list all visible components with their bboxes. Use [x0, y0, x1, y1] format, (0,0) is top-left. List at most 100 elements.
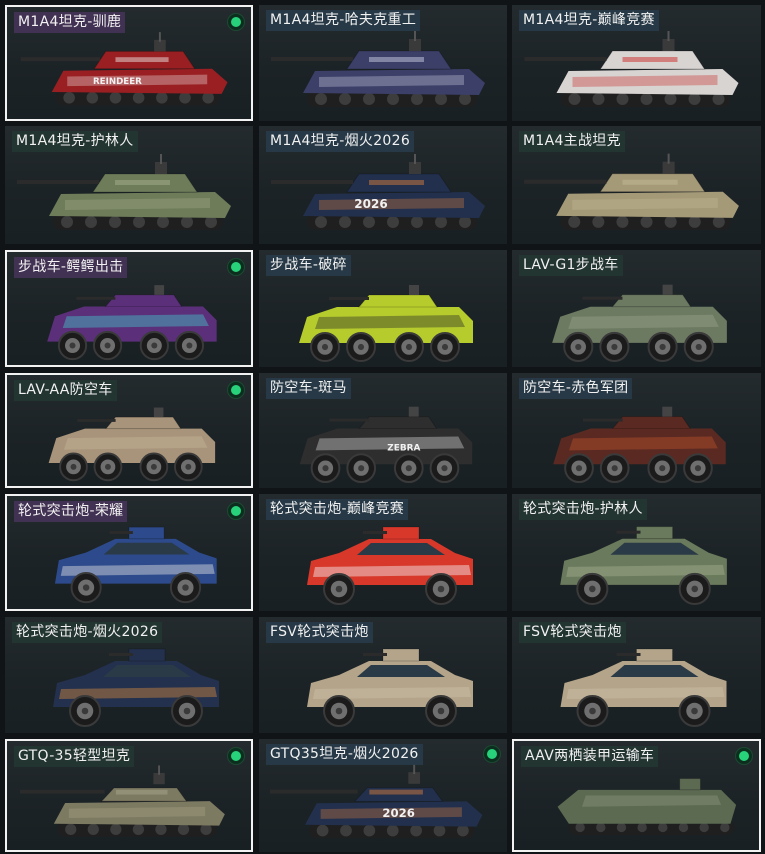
vehicle-card[interactable]: REINDEER M1A4坦克-驯鹿	[5, 5, 253, 121]
vehicle-card[interactable]: 2026 GTQ35坦克-烟火2026	[259, 739, 507, 852]
vehicle-name-label: M1A4主战坦克	[519, 131, 625, 152]
vehicle-tank	[524, 31, 739, 107]
road-wheel	[640, 93, 653, 105]
road-wheel	[568, 93, 581, 105]
road-wheel	[109, 216, 121, 228]
road-wheel	[616, 215, 629, 228]
turret-stripe	[115, 789, 168, 795]
road-wheel	[157, 216, 169, 228]
hull-stripe	[572, 197, 718, 210]
vehicle-name-label: M1A4坦克-护林人	[12, 131, 138, 152]
turret	[104, 294, 183, 308]
hull-stripe	[568, 314, 719, 329]
vehicle-card[interactable]: 轮式突击炮-烟火2026	[5, 617, 253, 733]
road-wheel	[155, 823, 167, 835]
hull-stripe	[63, 436, 208, 450]
road-wheel	[411, 93, 423, 105]
antenna	[413, 764, 416, 775]
vehicle-card[interactable]: 防空车-赤色军团	[512, 373, 761, 488]
cannon	[582, 418, 623, 422]
road-wheel	[65, 823, 77, 835]
road-wheel	[156, 91, 168, 104]
owned-status-dot-icon	[228, 259, 244, 275]
vehicle-name-label: FSV轮式突击炮	[519, 622, 626, 643]
vehicle-card[interactable]: ZEBRA 防空车-斑马	[259, 373, 507, 488]
vehicle-card[interactable]: GTQ-35轻型坦克	[5, 739, 253, 852]
sensor	[662, 406, 673, 417]
road-wheel	[339, 93, 351, 105]
vehicle-name-label: GTQ-35轻型坦克	[14, 746, 135, 767]
antenna	[414, 154, 416, 164]
sensor	[153, 407, 164, 418]
sensor	[662, 284, 673, 295]
turret-stripe	[622, 179, 678, 185]
turret	[358, 416, 438, 430]
gun	[363, 531, 387, 534]
cannon	[76, 296, 116, 300]
gun	[616, 530, 641, 534]
gun	[109, 653, 133, 656]
vehicle-name-label: 轮式突击炮-烟火2026	[12, 622, 163, 643]
road-wheel	[86, 91, 99, 104]
vehicle-aav	[557, 778, 737, 835]
hull-stripe	[582, 795, 722, 807]
vehicle-apc	[560, 526, 727, 605]
vehicle-tank	[271, 31, 485, 107]
vehicle-card[interactable]: LAV-G1步战车	[512, 250, 761, 367]
vehicle-ifv	[299, 406, 473, 484]
cannon	[582, 296, 623, 300]
owned-status-dot-icon	[228, 503, 244, 519]
vehicle-tank	[524, 153, 739, 230]
road-wheel	[688, 93, 701, 105]
turret	[611, 416, 691, 430]
cannon	[329, 418, 370, 422]
vehicle-card[interactable]: FSV轮式突击炮	[259, 617, 507, 733]
vehicle-name-label: LAV-G1步战车	[519, 255, 623, 276]
road-wheel	[592, 215, 605, 228]
vehicle-name-label: 步战车-鳄鳄出击	[14, 257, 128, 278]
turret-stripe	[369, 180, 424, 185]
road-wheel	[664, 93, 677, 105]
vehicle-card[interactable]: 2026 M1A4坦克-烟火2026	[259, 126, 507, 244]
road-wheel	[616, 93, 629, 105]
skin-decal-text: REINDEER	[93, 77, 142, 87]
skin-decal-text: ZEBRA	[387, 443, 420, 453]
gun	[363, 653, 387, 656]
road-wheel	[363, 93, 375, 105]
vehicle-name-label: 轮式突击炮-护林人	[519, 499, 647, 520]
vehicle-card[interactable]: M1A4坦克-巅峰竞赛	[512, 5, 761, 121]
vehicle-card[interactable]: 轮式突击炮-荣耀	[5, 494, 253, 611]
road-wheel	[568, 215, 581, 228]
cannon	[329, 297, 369, 300]
road-wheel	[177, 823, 190, 835]
skin-decal-text: 2026	[354, 197, 387, 211]
hull-stripe	[572, 75, 718, 87]
gun	[616, 653, 641, 656]
vehicle-card[interactable]: AAV两栖装甲运输车	[512, 739, 761, 852]
vehicle-card[interactable]: M1A4坦克-护林人	[5, 126, 253, 244]
road-wheel	[387, 93, 399, 105]
hull-stripe	[65, 198, 210, 210]
barrel	[271, 57, 353, 61]
vehicle-light	[270, 764, 483, 839]
vehicle-card[interactable]: M1A4主战坦克	[512, 126, 761, 244]
vehicle-card[interactable]: FSV轮式突击炮	[512, 617, 761, 733]
road-wheel	[363, 824, 376, 837]
barrel	[271, 180, 353, 184]
hull	[557, 789, 737, 824]
road-wheel	[596, 822, 606, 833]
vehicle-card[interactable]: 轮式突击炮-巅峰竞赛	[259, 494, 507, 611]
skin-decal-text: 2026	[382, 806, 415, 820]
vehicle-card[interactable]: 步战车-破碎	[259, 250, 507, 367]
vehicle-card[interactable]: M1A4坦克-哈夫克重工	[259, 5, 507, 121]
owned-status-dot-icon	[228, 748, 244, 764]
hull-stripe	[319, 75, 464, 87]
vehicle-name-label: 步战车-破碎	[266, 255, 351, 276]
road-wheel	[339, 216, 351, 228]
vehicle-card[interactable]: LAV-AA防空车	[5, 373, 253, 488]
vehicle-ifv	[48, 407, 216, 482]
vehicle-card[interactable]: 步战车-鳄鳄出击	[5, 250, 253, 367]
turret	[357, 294, 438, 308]
road-wheel	[85, 216, 97, 228]
vehicle-card[interactable]: 轮式突击炮-护林人	[512, 494, 761, 611]
